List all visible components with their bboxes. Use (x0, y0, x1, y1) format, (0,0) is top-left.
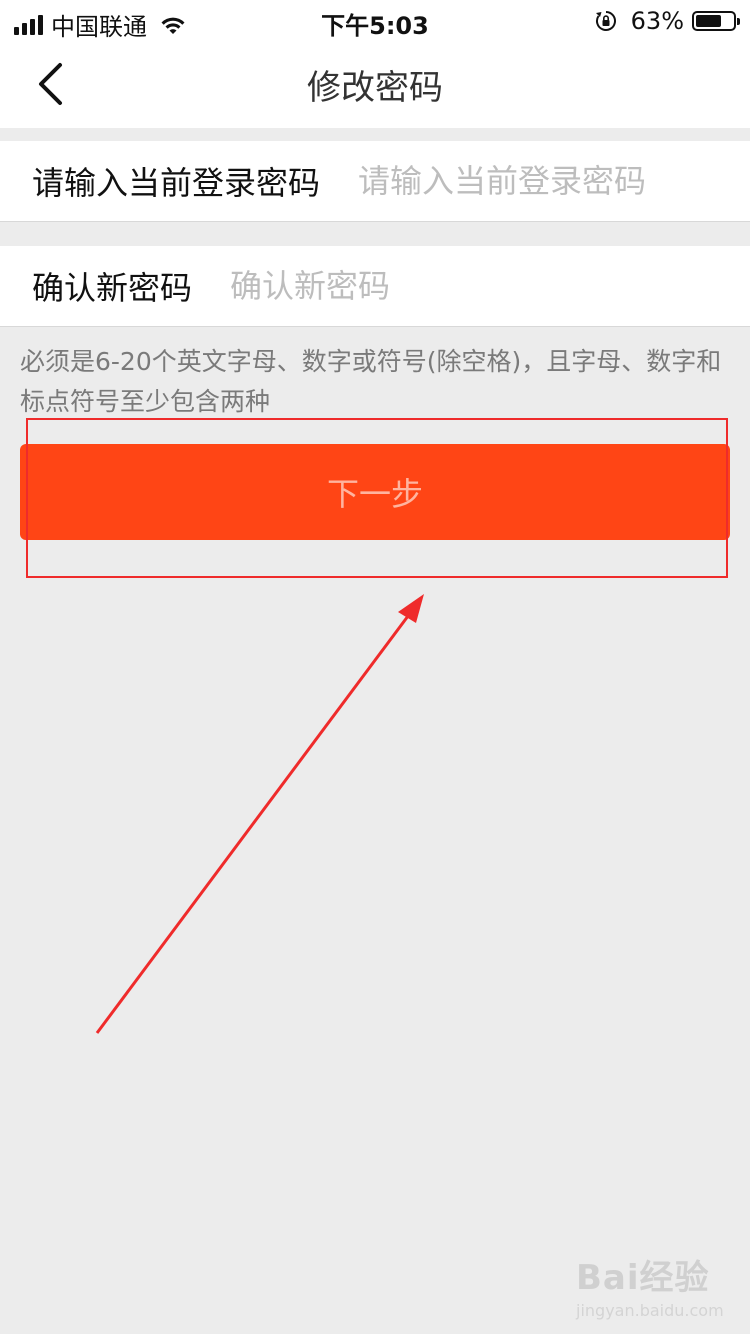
status-bar: 中国联通 下午5:03 63% (0, 0, 750, 41)
next-step-button[interactable]: 下一步 (20, 444, 730, 540)
password-hint: 必须是6-20个英文字母、数字或符号(除空格)，且字母、数字和标点符号至少包含两… (20, 347, 722, 416)
current-password-label: 请输入当前登录密码 (32, 164, 321, 202)
watermark-url: jingyan.baidu.com (576, 1301, 724, 1320)
orientation-lock-icon (595, 11, 616, 31)
current-password-input[interactable] (358, 151, 738, 211)
battery-icon (692, 11, 740, 31)
current-password-row: 请输入当前登录密码 (0, 141, 750, 222)
confirm-password-row: 确认新密码 (0, 246, 750, 327)
status-right: 63% (595, 7, 740, 35)
watermark-brand: Bai经验 (576, 1258, 710, 1298)
page-title: 修改密码 (307, 68, 443, 108)
battery-percent: 63% (630, 7, 684, 35)
confirm-password-input[interactable] (230, 256, 730, 316)
baidu-watermark: Bai经验 jingyan.baidu.com (576, 1250, 736, 1320)
nav-bar: 修改密码 (0, 40, 750, 128)
confirm-password-label: 确认新密码 (32, 269, 193, 307)
